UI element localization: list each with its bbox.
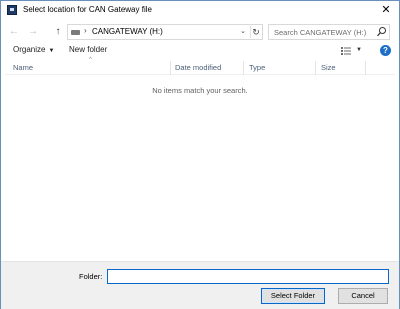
- drive-icon: [71, 30, 80, 35]
- command-toolbar: Organize ▼ New folder ▼ ?: [1, 43, 399, 59]
- view-options-button[interactable]: ▼: [339, 45, 365, 57]
- help-icon[interactable]: ?: [380, 45, 391, 56]
- app-icon: [7, 5, 17, 15]
- column-name[interactable]: Name: [9, 63, 169, 75]
- back-icon[interactable]: ←: [7, 25, 21, 39]
- footer-panel: Folder: Select Folder Cancel: [1, 261, 399, 309]
- column-divider[interactable]: [315, 61, 316, 75]
- title-bar: Select location for CAN Gateway file ✕: [1, 1, 399, 21]
- window-title: Select location for CAN Gateway file: [23, 5, 152, 14]
- column-divider[interactable]: [365, 61, 366, 75]
- cancel-button[interactable]: Cancel: [338, 288, 388, 304]
- column-type[interactable]: Type: [245, 63, 315, 75]
- organize-button[interactable]: Organize ▼: [13, 45, 54, 54]
- breadcrumb-location[interactable]: CANGATEWAY (H:): [92, 27, 163, 36]
- column-size[interactable]: Size: [317, 63, 365, 75]
- column-header-row: Name ^ Date modified Type Size: [5, 57, 395, 75]
- empty-results-message: No items match your search.: [152, 86, 248, 95]
- chevron-down-icon: ▼: [356, 47, 362, 53]
- refresh-icon[interactable]: ↻: [250, 26, 261, 38]
- close-icon[interactable]: ✕: [379, 3, 393, 17]
- organize-label: Organize: [13, 45, 46, 54]
- dialog-window: Select location for CAN Gateway file ✕ ←…: [0, 0, 400, 309]
- column-divider[interactable]: [243, 61, 244, 75]
- search-icon[interactable]: [376, 26, 387, 38]
- address-bar[interactable]: › CANGATEWAY (H:) ⌄ ↻: [67, 24, 263, 40]
- chevron-down-icon: ▼: [48, 48, 55, 54]
- folder-label: Folder:: [79, 272, 103, 281]
- folder-field[interactable]: [107, 269, 389, 284]
- forward-icon[interactable]: →: [26, 25, 40, 39]
- search-input[interactable]: [269, 25, 377, 39]
- up-icon[interactable]: ↑: [51, 25, 65, 39]
- column-date-modified[interactable]: Date modified: [171, 63, 243, 75]
- view-options-icon: [341, 47, 351, 55]
- new-folder-button[interactable]: New folder: [69, 45, 107, 54]
- sort-arrow-icon: ^: [89, 57, 92, 63]
- chevron-down-icon[interactable]: ⌄: [238, 26, 248, 38]
- breadcrumb-separator[interactable]: ›: [84, 26, 87, 35]
- select-folder-button[interactable]: Select Folder: [261, 288, 325, 304]
- search-box[interactable]: [268, 24, 390, 40]
- navigation-bar: ← → ↑ › CANGATEWAY (H:) ⌄ ↻: [1, 21, 399, 43]
